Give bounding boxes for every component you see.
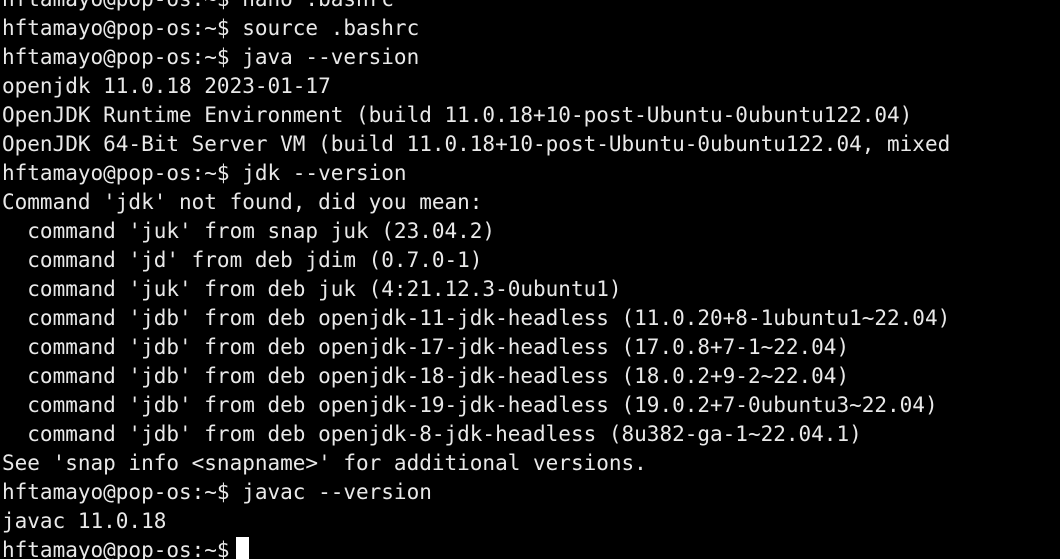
terminal-line: OpenJDK Runtime Environment (build 11.0.…	[2, 103, 913, 127]
terminal-line: command 'jdb' from deb openjdk-19-jdk-he…	[2, 393, 938, 417]
terminal-line: command 'jdb' from deb openjdk-18-jdk-he…	[2, 364, 850, 388]
terminal-line: hftamayo@pop-os:~$ source .bashrc	[2, 16, 420, 40]
terminal-line: openjdk 11.0.18 2023-01-17	[2, 74, 331, 98]
terminal-prompt-line[interactable]: hftamayo@pop-os:~$	[2, 536, 950, 559]
terminal-line: hftamayo@pop-os:~$ nano .bashrc	[2, 0, 950, 14]
terminal-line: Command 'jdk' not found, did you mean:	[2, 190, 483, 214]
terminal-line: command 'jdb' from deb openjdk-17-jdk-he…	[2, 335, 850, 359]
terminal-line: hftamayo@pop-os:~$ jdk --version	[2, 161, 407, 185]
text-cursor	[235, 537, 249, 559]
terminal-line: hftamayo@pop-os:~$ java --version	[2, 45, 420, 69]
terminal-line: hftamayo@pop-os:~$ javac --version	[2, 480, 432, 504]
terminal-line: command 'jdb' from deb openjdk-8-jdk-hea…	[2, 422, 862, 446]
terminal-line: command 'juk' from deb juk (4:21.12.3-0u…	[2, 277, 622, 301]
terminal-line: javac 11.0.18	[2, 509, 167, 533]
terminal-line: command 'juk' from snap juk (23.04.2)	[2, 219, 496, 243]
terminal-line: OpenJDK 64-Bit Server VM (build 11.0.18+…	[2, 132, 951, 156]
terminal-line: command 'jdb' from deb openjdk-11-jdk-he…	[2, 306, 951, 330]
terminal-window[interactable]: hftamayo@pop-os:~$ nano .bashrc hftamayo…	[0, 0, 1060, 559]
terminal-output: hftamayo@pop-os:~$ nano .bashrc hftamayo…	[2, 0, 950, 559]
terminal-line: command 'jd' from deb jdim (0.7.0-1)	[2, 248, 483, 272]
terminal-line: See 'snap info <snapname>' for additiona…	[2, 451, 647, 475]
terminal-prompt: hftamayo@pop-os:~$	[2, 538, 230, 559]
